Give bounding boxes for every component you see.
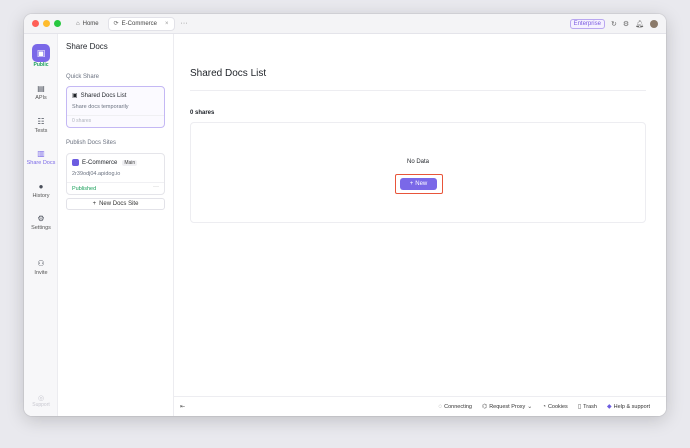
main-content: Shared Docs List 0 shares No Data + New (174, 34, 666, 416)
collapse-sidebar-icon[interactable]: ⇤ (180, 403, 185, 410)
rail-item-label: Support (32, 402, 50, 408)
panel-title: Share Docs (66, 42, 108, 51)
maximize-window-button[interactable] (54, 20, 61, 27)
main-tag: Main (122, 159, 138, 166)
minimize-window-button[interactable] (43, 20, 50, 27)
rail-item-apis[interactable]: ▤ APIs (24, 84, 58, 101)
rail-item-label: Share Docs (26, 160, 56, 166)
plus-icon: + (92, 201, 97, 207)
invite-icon: ⚇ (37, 259, 45, 268)
refresh-icon[interactable]: ↻ (611, 20, 617, 28)
rail-item-invite[interactable]: ⚇ Invite (24, 259, 58, 276)
new-share-button[interactable]: + New (400, 178, 437, 190)
site-name: E-Commerce (82, 159, 118, 166)
more-options-icon[interactable]: ··· (153, 184, 159, 190)
rail-item-label: Invite (34, 270, 48, 276)
site-logo-icon (72, 159, 79, 166)
more-tabs-icon[interactable]: ··· (181, 20, 188, 27)
status-bar: ⇤ ◌ Connecting ⌬ Request Proxy ⌄ ◔ Cooki… (174, 396, 666, 416)
project-logo[interactable]: ▣ (32, 44, 50, 62)
site-url: 2r39odj04.apidog.io (72, 171, 121, 177)
apis-icon: ▤ (37, 84, 45, 93)
rail-item-support[interactable]: ◎ Support (24, 394, 58, 408)
request-proxy-dropdown[interactable]: ⌬ Request Proxy ⌄ (481, 403, 533, 411)
share-docs-panel: Share Docs Quick Share ▣ Shared Docs Lis… (58, 34, 174, 416)
title-bar: ⌂ Home ⟳ E-Commerce × ··· Enterprise ↻ ⚙… (24, 14, 666, 34)
rail-item-history[interactable]: ● History (24, 182, 58, 199)
rail-item-settings[interactable]: ⚙ Settings (24, 214, 58, 231)
card-title: ▣ Shared Docs List (72, 92, 127, 100)
connecting-label: Connecting (444, 403, 472, 410)
document-icon: ▣ (72, 93, 78, 99)
tab-e-commerce-label: E-Commerce (121, 20, 158, 27)
help-support-button[interactable]: ◆ Help & support (606, 403, 650, 411)
rail-item-label: APIs (35, 95, 47, 101)
chevron-down-icon: ⌄ (527, 404, 533, 410)
support-icon: ◎ (37, 395, 45, 402)
empty-state-text: No Data (406, 159, 429, 165)
project-visibility-badge: Public (33, 62, 49, 68)
share-docs-icon: ▥ (37, 149, 45, 158)
tab-e-commerce[interactable]: ⟳ E-Commerce × (107, 16, 175, 31)
help-icon: ◆ (606, 404, 612, 410)
settings-icon: ⚙ (37, 214, 45, 223)
tab-home[interactable]: ⌂ Home (71, 17, 104, 31)
trash-icon: ▯ (577, 404, 582, 410)
app-window: ⌂ Home ⟳ E-Commerce × ··· Enterprise ↻ ⚙… (24, 14, 666, 416)
publish-docs-sites-label: Publish Docs Sites (66, 140, 117, 146)
card-description: Share docs temporarily (72, 104, 129, 110)
proxy-icon: ⌬ (481, 404, 488, 410)
connecting-status[interactable]: ◌ Connecting (439, 404, 472, 410)
published-status: Published (72, 186, 97, 192)
tests-icon: ☷ (37, 117, 45, 126)
plus-icon: + (409, 181, 414, 187)
connection-icon: ◌ (438, 403, 443, 410)
avatar[interactable] (650, 19, 658, 28)
gear-icon[interactable]: ⚙ (623, 20, 629, 28)
history-icon: ● (38, 182, 44, 191)
page-title: Shared Docs List (190, 68, 267, 79)
new-button-label: New (415, 181, 428, 187)
quick-share-label: Quick Share (66, 74, 100, 80)
title-divider (190, 90, 646, 91)
shares-count: 0 shares (190, 110, 215, 116)
left-rail: ▣ Public ▤ APIs ☷ Tests ▥ Share Docs ● H… (24, 34, 58, 416)
site-title: E-Commerce Main (72, 159, 138, 166)
card-divider (67, 182, 164, 183)
new-docs-site-label: New Docs Site (99, 201, 139, 207)
help-label: Help & support (613, 403, 650, 410)
shares-list: No Data + New (190, 122, 646, 223)
shared-docs-list-card[interactable]: ▣ Shared Docs List Share docs temporaril… (66, 86, 165, 128)
rail-item-label: Settings (31, 225, 51, 231)
title-bar-actions: Enterprise ↻ ⚙ 🔔︎ (569, 18, 658, 29)
cookie-icon: ◔ (542, 403, 546, 410)
bell-icon[interactable]: 🔔︎ (635, 20, 644, 28)
rail-item-tests[interactable]: ☷ Tests (24, 117, 58, 134)
tab-home-label: Home (82, 20, 99, 27)
rail-item-label: History (32, 193, 50, 199)
project-logo-icon: ▣ (36, 47, 46, 58)
project-icon: ⟳ (113, 21, 119, 27)
trash-label: Trash (583, 403, 597, 410)
rail-item-label: Tests (34, 128, 48, 134)
cookies-label: Cookies (547, 403, 568, 410)
card-divider (67, 115, 164, 116)
close-window-button[interactable] (32, 20, 39, 27)
card-title-text: Shared Docs List (80, 92, 127, 99)
request-proxy-label: Request Proxy (489, 403, 526, 410)
docs-site-card[interactable]: E-Commerce Main 2r39odj04.apidog.io Publ… (66, 153, 165, 195)
status-bar-actions: ◌ Connecting ⌬ Request Proxy ⌄ ◔ Cookies… (439, 403, 650, 411)
close-tab-icon[interactable]: × (165, 21, 169, 27)
cookies-button[interactable]: ◔ Cookies (542, 404, 568, 410)
highlight-box: + New (395, 174, 443, 194)
card-share-count: 0 shares (72, 118, 92, 124)
enterprise-badge[interactable]: Enterprise (569, 18, 605, 29)
new-docs-site-button[interactable]: + New Docs Site (66, 198, 165, 210)
trash-button[interactable]: ▯ Trash (577, 403, 597, 411)
home-icon: ⌂ (76, 20, 80, 27)
window-controls (32, 20, 61, 27)
rail-item-share-docs[interactable]: ▥ Share Docs (24, 149, 58, 166)
